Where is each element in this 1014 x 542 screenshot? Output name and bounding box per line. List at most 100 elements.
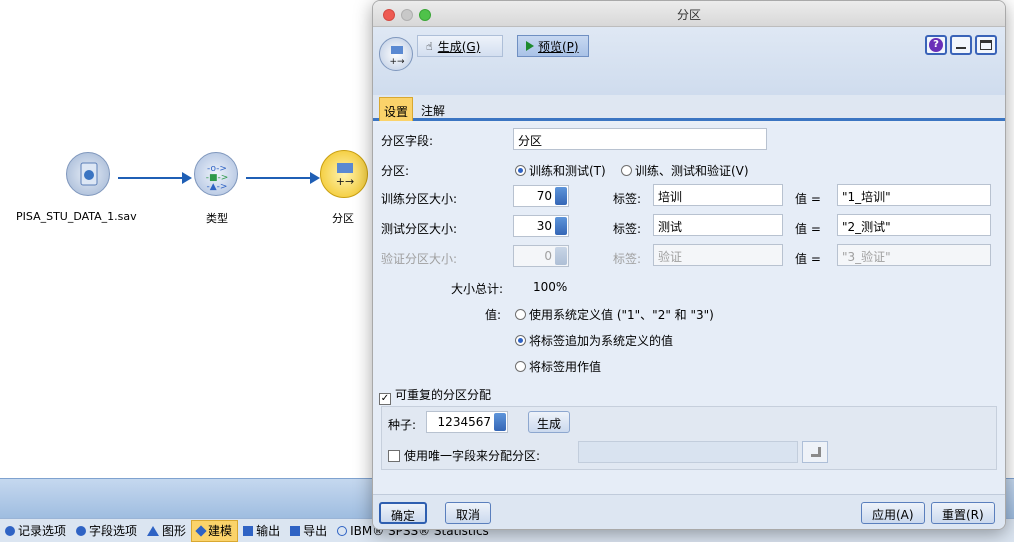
type-node[interactable]: -o-> -■-> -▲-> — [194, 152, 238, 196]
palette-tab-export[interactable]: 导出 — [285, 520, 332, 542]
values-option-append[interactable]: 将标签追加为系统定义的值 — [515, 332, 673, 349]
stepper-arrows-icon[interactable] — [494, 413, 506, 431]
window-title: 分区 — [676, 8, 701, 22]
test-size-value: 30 — [536, 219, 552, 233]
train-size-value: 70 — [536, 189, 552, 203]
type-node-label: 类型 — [206, 212, 228, 225]
palette-tab-label: 图形 — [162, 524, 187, 538]
generate-menu-button[interactable]: ☝ 生成(G) — [417, 35, 503, 57]
unique-field-input — [578, 441, 798, 463]
validation-value-label: 值 = — [795, 252, 821, 266]
svg-text:-▲->: -▲-> — [207, 182, 228, 192]
palette-tab-label: 建模 — [208, 524, 233, 538]
pentagon-icon — [195, 524, 207, 537]
radio-icon — [515, 361, 526, 372]
validation-tag-label: 标签: — [613, 252, 642, 266]
train-size-label: 训练分区大小: — [381, 192, 458, 206]
circle-icon — [76, 525, 87, 536]
values-label: 值: — [485, 308, 502, 322]
palette-tab-output[interactable]: 输出 — [238, 520, 285, 542]
tab-settings[interactable]: 设置 — [379, 97, 414, 121]
reset-button[interactable]: 重置(R) — [931, 502, 995, 524]
partition-mode-label: 分区: — [381, 164, 410, 178]
tab-annotations[interactable]: 注解 — [417, 97, 449, 121]
partition-mode-train-test[interactable]: 训练和测试(T) — [515, 162, 606, 179]
validation-size-value: 0 — [544, 249, 552, 263]
validation-size-label: 验证分区大小: — [381, 252, 458, 266]
test-tag-label: 标签: — [613, 222, 642, 236]
values-option-system[interactable]: 使用系统定义值 ("1"、"2" 和 "3") — [515, 306, 714, 323]
square-icon — [243, 525, 254, 536]
repeatable-partition-checkbox[interactable]: ✓ 可重复的分区分配 — [379, 386, 491, 405]
unique-field-label: 使用唯一字段来分配分区: — [404, 449, 541, 463]
field-picker-button[interactable] — [802, 441, 828, 463]
palette-tab-field-ops[interactable]: 字段选项 — [71, 520, 142, 542]
train-value-input[interactable]: "1_培训" — [837, 184, 991, 206]
validation-size-stepper: 0 — [513, 245, 569, 267]
partition-mode-train-test-validate-label: 训练、测试和验证(V) — [635, 164, 749, 178]
stepper-arrows-icon — [555, 247, 567, 265]
partition-dialog: 分区 +→ ☝ 生成(G) 预览(P) ? 设置 注解 分区字段: 分区 分区:… — [372, 0, 1006, 530]
settings-panel: 分区字段: 分区 分区: 训练和测试(T) 训练、测试和验证(V) 训练分区大小… — [373, 124, 1005, 494]
train-value-label: 值 = — [795, 192, 821, 206]
partition-field-input[interactable]: 分区 — [513, 128, 767, 150]
values-option-labels[interactable]: 将标签用作值 — [515, 358, 601, 375]
seed-stepper[interactable]: 1234567 — [426, 411, 508, 433]
radio-icon — [515, 309, 526, 320]
ok-button[interactable]: 确定 — [379, 502, 428, 524]
palette-tab-modeling[interactable]: 建模 — [191, 519, 239, 542]
palette-tab-record-ops[interactable]: 记录选项 — [0, 520, 71, 542]
partition-mode-train-test-label: 训练和测试(T) — [529, 164, 606, 178]
test-size-stepper[interactable]: 30 — [513, 215, 569, 237]
palette-tab-graphs[interactable]: 图形 — [142, 520, 191, 542]
apply-button[interactable]: 应用(A) — [861, 502, 925, 524]
train-tag-label: 标签: — [613, 192, 642, 206]
values-option-labels-label: 将标签用作值 — [529, 360, 602, 374]
help-icon: ? — [929, 38, 943, 52]
preview-label: 预览(P) — [538, 39, 579, 54]
maximize-button[interactable] — [975, 35, 997, 55]
test-value-input[interactable]: "2_测试" — [837, 214, 991, 236]
unique-field-checkbox[interactable]: 使用唯一字段来分配分区: — [388, 447, 540, 464]
window-controls: ? — [925, 35, 997, 55]
validation-tag-input: 验证 — [653, 244, 783, 266]
radio-icon — [621, 165, 632, 176]
generate-label: 生成(G) — [437, 39, 481, 54]
stream-link-1 — [118, 172, 192, 184]
minimize-button[interactable] — [950, 35, 972, 55]
total-size-value: 100% — [533, 280, 568, 294]
radio-icon — [515, 335, 526, 346]
total-size-label: 大小总计: — [451, 282, 504, 296]
seed-label: 种子: — [388, 418, 417, 432]
partition-node-icon: +→ — [320, 150, 368, 198]
title-bar: 分区 — [373, 1, 1005, 27]
stepper-arrows-icon[interactable] — [555, 187, 567, 205]
partition-field-label: 分区字段: — [381, 134, 434, 148]
train-size-stepper[interactable]: 70 — [513, 185, 569, 207]
partition-node[interactable]: +→ — [320, 150, 368, 198]
diamond-icon — [5, 525, 15, 536]
dialog-footer: 确定 取消 应用(A) 重置(R) — [373, 494, 1005, 529]
train-tag-input[interactable]: 培训 — [653, 184, 783, 206]
test-tag-input[interactable]: 测试 — [653, 214, 783, 236]
type-hexagon-icon: -o-> -■-> -▲-> — [194, 152, 238, 196]
seed-panel: 种子: 1234567 生成 使用唯一字段来分配分区: — [381, 406, 997, 470]
preview-button[interactable]: 预览(P) — [517, 35, 589, 57]
help-button[interactable]: ? — [925, 35, 947, 55]
partition-node-badge-icon: +→ — [379, 37, 413, 71]
partition-mode-train-test-validate[interactable]: 训练、测试和验证(V) — [621, 162, 749, 179]
test-value-label: 值 = — [795, 222, 821, 236]
maximize-icon — [980, 40, 992, 50]
values-option-system-label: 使用系统定义值 ("1"、"2" 和 "3") — [529, 308, 714, 322]
seed-generate-button[interactable]: 生成 — [528, 411, 571, 433]
dialog-toolbar: +→ ☝ 生成(G) 预览(P) ? — [373, 27, 1005, 95]
stepper-arrows-icon[interactable] — [555, 217, 567, 235]
play-icon — [526, 41, 534, 51]
validation-value-input: "3_验证" — [837, 244, 991, 266]
stream-link-2 — [246, 172, 320, 184]
svg-text:+→: +→ — [389, 57, 405, 67]
values-option-append-label: 将标签追加为系统定义的值 — [529, 334, 674, 348]
source-node[interactable] — [66, 152, 116, 202]
cancel-button[interactable]: 取消 — [445, 502, 492, 524]
partition-node-label: 分区 — [332, 212, 354, 225]
